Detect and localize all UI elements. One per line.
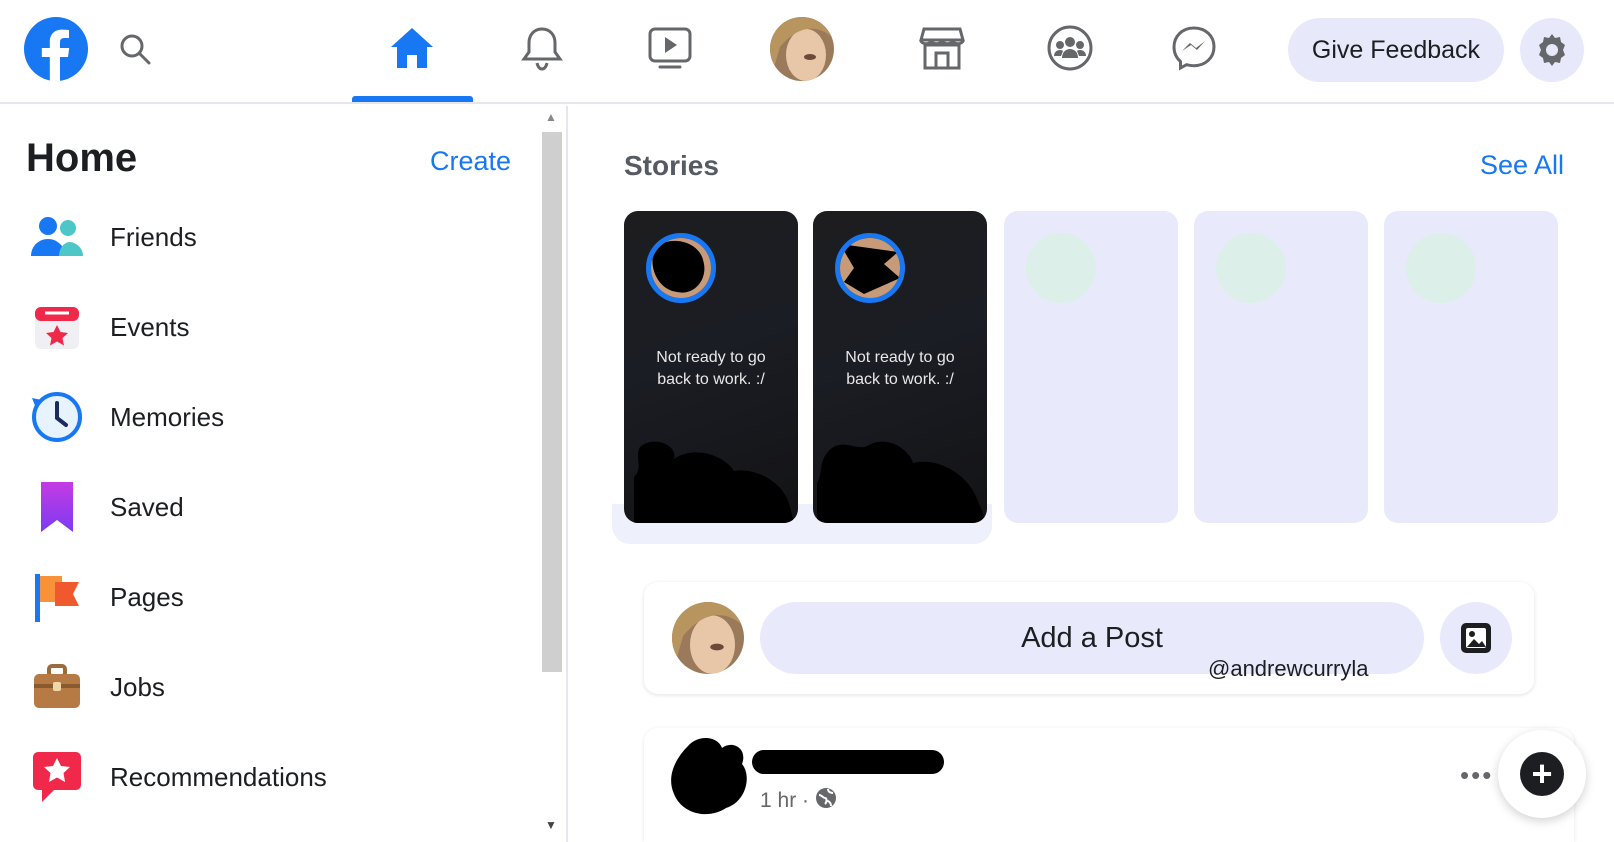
saved-icon [26, 476, 88, 538]
placeholder-avatar [1406, 233, 1476, 303]
story-text: Not ready to go back to work. :/ [845, 349, 955, 388]
redaction-scribble [752, 750, 944, 774]
sidebar-item-label: Jobs [110, 671, 165, 702]
sidebar-item-label: Memories [110, 401, 225, 432]
profile-avatar[interactable] [770, 17, 834, 81]
sidebar-item-label: Friends [110, 221, 197, 252]
groups-icon[interactable] [1044, 22, 1096, 74]
jobs-icon [26, 656, 88, 718]
post-composer: Add a Post [644, 582, 1534, 694]
story-card[interactable]: Not ready to go back to work. :/ [813, 211, 987, 523]
sidebar-item-saved[interactable]: Saved [26, 472, 506, 542]
photo-icon[interactable] [1440, 602, 1512, 674]
see-all-link[interactable]: See All [1480, 150, 1564, 181]
give-feedback-button[interactable]: Give Feedback [1288, 18, 1504, 82]
feed-post [644, 728, 1574, 842]
page-title: Home [26, 136, 138, 180]
messenger-icon[interactable] [1168, 22, 1220, 74]
sidebar-item-label: Events [110, 311, 190, 342]
redaction-scribble [817, 441, 987, 523]
active-tab-indicator [352, 96, 473, 102]
redaction-scribble [671, 737, 747, 815]
sidebar-item-events[interactable]: Events [26, 292, 506, 362]
bell-icon[interactable] [516, 22, 568, 74]
composer-avatar[interactable] [672, 602, 744, 674]
search-icon[interactable] [118, 32, 152, 66]
story-placeholder [1194, 211, 1368, 523]
home-icon[interactable] [386, 22, 438, 74]
sidebar-item-label: Saved [110, 491, 184, 522]
facebook-logo-icon[interactable] [24, 17, 88, 81]
story-avatar [646, 233, 716, 303]
post-time-text: 1 hr · [760, 789, 810, 812]
sidebar-item-label: Pages [110, 581, 184, 612]
story-text: Not ready to go back to work. :/ [656, 349, 766, 388]
scrollbar-thumb[interactable] [542, 132, 562, 672]
sidebar-item-jobs[interactable]: Jobs [26, 652, 506, 722]
watermark-text: @andrewcurryla [1208, 656, 1369, 681]
settings-gear-icon[interactable] [1520, 18, 1584, 82]
friends-icon [26, 206, 88, 268]
story-card[interactable]: Not ready to go back to work. :/ [624, 211, 798, 523]
memories-icon [26, 386, 88, 448]
create-link[interactable]: Create [430, 146, 511, 177]
sidebar-item-memories[interactable]: Memories [26, 382, 506, 452]
story-avatar [835, 233, 905, 303]
recommendations-icon [26, 746, 88, 808]
sidebar-item-recommendations[interactable]: Recommendations [26, 742, 506, 812]
events-icon [26, 296, 88, 358]
marketplace-icon[interactable] [916, 22, 968, 74]
scroll-down-arrow-icon[interactable]: ▼ [545, 818, 557, 832]
plus-icon: + [1520, 752, 1564, 796]
sidebar-item-label: Recommendations [110, 761, 327, 792]
placeholder-avatar [1216, 233, 1286, 303]
pages-icon [26, 566, 88, 628]
video-icon[interactable] [644, 22, 696, 74]
floating-add-button[interactable]: + [1498, 730, 1586, 818]
sidebar-item-friends[interactable]: Friends [26, 202, 506, 272]
left-sidebar: Home Create Friends Events Memories Save… [0, 106, 566, 842]
globe-icon [815, 787, 837, 815]
placeholder-avatar [1026, 233, 1096, 303]
top-navigation-bar: Give Feedback [0, 0, 1614, 104]
more-options-icon[interactable]: ••• [1460, 760, 1493, 791]
story-placeholder [1004, 211, 1178, 523]
post-timestamp: 1 hr · [760, 787, 837, 815]
sidebar-item-pages[interactable]: Pages [26, 562, 506, 632]
scroll-up-arrow-icon[interactable]: ▲ [545, 110, 557, 124]
redaction-scribble [634, 441, 794, 523]
divider [566, 106, 568, 842]
stories-heading: Stories [624, 150, 719, 181]
story-placeholder [1384, 211, 1558, 523]
